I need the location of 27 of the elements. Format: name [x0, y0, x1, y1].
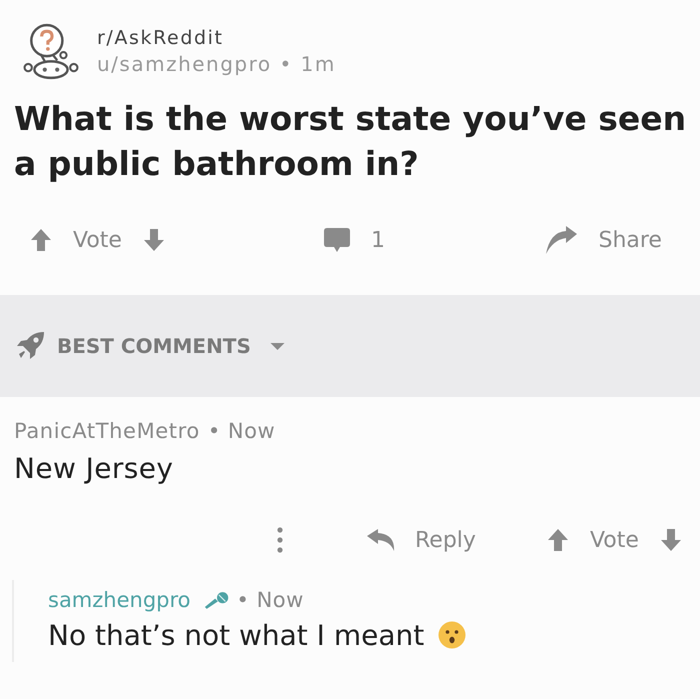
post-title: What is the worst state you’ve seen a public bathroom in?: [14, 98, 688, 185]
comment-time: • Now: [208, 419, 276, 443]
caret-icon: [270, 342, 285, 350]
sort-dropdown[interactable]: BEST COMMENTS: [15, 332, 285, 360]
share-icon: [546, 226, 578, 254]
microphone-icon: [202, 592, 231, 608]
reply-icon: [367, 529, 395, 551]
comment-icon: [324, 228, 350, 252]
reply-button[interactable]: Reply: [367, 528, 476, 552]
vote-label: Vote: [73, 228, 122, 252]
comments-button[interactable]: 1: [324, 228, 385, 252]
comment-author[interactable]: samzhengpro: [48, 588, 191, 612]
post-byline: u/samzhengpro • 1m: [97, 51, 336, 77]
comment-body: No that’s not what I meant: [48, 618, 424, 652]
vote-label: Vote: [590, 528, 639, 552]
question-bubble-icon: [22, 22, 80, 80]
downvote-icon[interactable]: [144, 229, 164, 251]
share-button[interactable]: Share: [546, 226, 662, 254]
comment-body: New Jersey: [14, 452, 174, 484]
upvote-icon[interactable]: [31, 229, 51, 251]
comment-author[interactable]: PanicAtTheMetro: [14, 419, 200, 443]
downvote-icon[interactable]: [660, 529, 681, 551]
subreddit-name[interactable]: r/AskReddit: [97, 25, 336, 51]
rocket-icon: [15, 332, 45, 360]
upvote-icon[interactable]: [548, 529, 568, 551]
comment-time: • Now: [236, 588, 304, 612]
more-icon[interactable]: [277, 527, 283, 553]
